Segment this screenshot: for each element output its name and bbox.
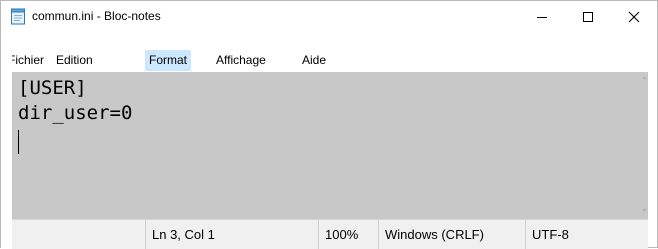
menu-affichage[interactable]: Affichage [212, 50, 270, 71]
notepad-icon [10, 8, 26, 25]
menu-bar: Fichier Edition Format Affichage Aide [1, 50, 657, 71]
close-button[interactable] [611, 1, 657, 32]
minimize-button[interactable] [519, 1, 565, 32]
status-position: Ln 3, Col 1 [145, 220, 318, 249]
window-frame [1, 50, 12, 249]
window-title: commun.ini - Bloc-notes [32, 9, 161, 23]
menu-aide[interactable]: Aide [298, 50, 330, 71]
close-icon [628, 11, 640, 22]
vertical-scrollbar[interactable]: ⌃ ⌄ [641, 72, 648, 219]
notepad-window: commun.ini - Bloc-notes Fichier Edition … [0, 0, 658, 249]
scroll-down-icon[interactable]: ⌄ [641, 204, 648, 213]
editor-line: [USER] [18, 77, 87, 99]
editor-content[interactable]: [USER] dir_user=0 [18, 76, 132, 126]
maximize-button[interactable] [565, 1, 611, 32]
maximize-icon [583, 11, 593, 22]
minimize-icon [537, 16, 547, 18]
editor-line: dir_user=0 [18, 102, 133, 124]
text-caret [18, 130, 19, 154]
status-zoom: 100% [318, 220, 378, 249]
status-line-ending: Windows (CRLF) [378, 220, 525, 249]
scroll-up-icon[interactable]: ⌃ [641, 76, 648, 85]
status-bar: Ln 3, Col 1 100% Windows (CRLF) UTF-8 [12, 219, 648, 249]
title-bar[interactable]: commun.ini - Bloc-notes [1, 1, 657, 32]
status-encoding: UTF-8 [525, 220, 648, 249]
menu-format[interactable]: Format [145, 50, 192, 71]
text-editor[interactable]: [USER] dir_user=0 [12, 72, 648, 219]
menu-edition[interactable]: Edition [52, 50, 97, 71]
